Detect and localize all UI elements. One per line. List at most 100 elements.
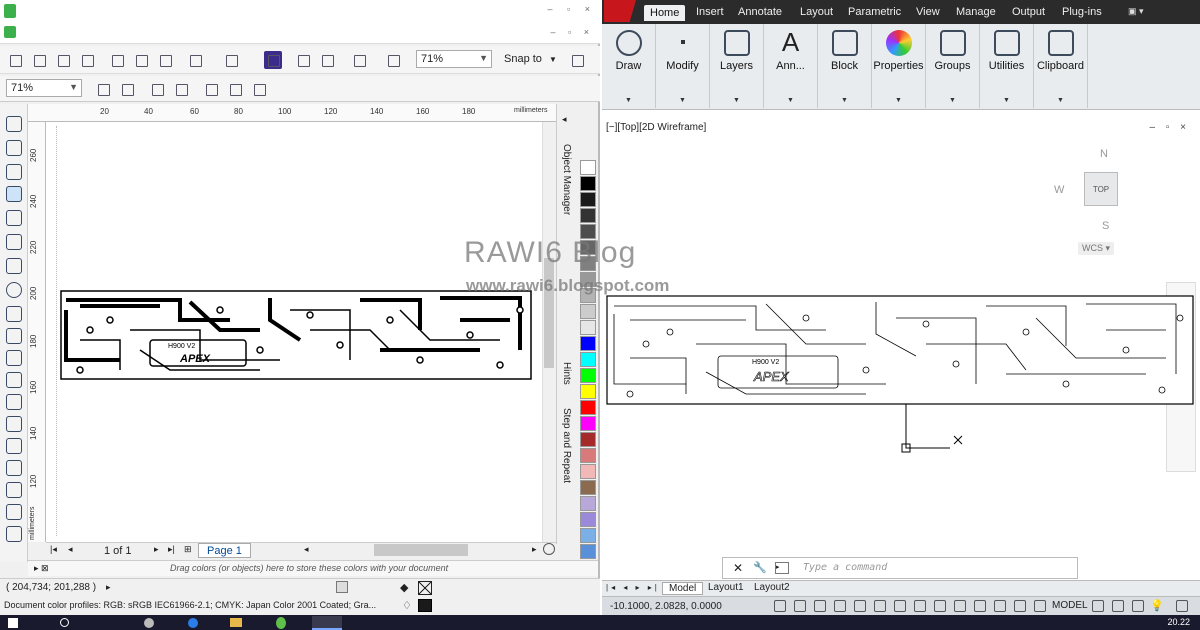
smart-fill-icon[interactable] [6, 234, 22, 250]
table-tool-icon[interactable] [6, 372, 22, 388]
horizontal-scroll-thumb[interactable] [374, 544, 468, 556]
drawing-canvas[interactable]: H900 V2 APEX [46, 122, 542, 542]
zoom-view-select[interactable]: 71% ▼ [6, 79, 82, 97]
object-snap-tracking-icon[interactable] [914, 600, 926, 612]
lineweight-icon[interactable] [974, 600, 986, 612]
command-prompt-icon[interactable]: ▸ [775, 562, 789, 574]
tab-layout2[interactable]: Layout2 [750, 582, 794, 593]
color-swatch[interactable] [580, 480, 596, 495]
tab-model[interactable]: Model [662, 582, 704, 595]
docker-arrow-icon[interactable]: ◂ [562, 114, 567, 125]
infer-constraints-icon[interactable] [774, 600, 786, 612]
color-swatch[interactable] [580, 544, 596, 559]
color-swatch[interactable] [580, 384, 596, 399]
export-icon[interactable] [318, 51, 336, 69]
zoom-page-icon[interactable] [202, 80, 220, 98]
tab-insert[interactable]: Insert [696, 6, 724, 18]
paste-icon[interactable] [156, 51, 174, 69]
rectangle-tool-icon[interactable] [6, 258, 22, 274]
eyedropper-icon[interactable] [6, 460, 22, 476]
panel-annotation[interactable]: A Ann... ▼ [764, 24, 818, 108]
model-viewport[interactable]: [−][Top][2D Wireframe] – ▫ × N W S TOP W… [602, 116, 1200, 580]
zoom-all-icon[interactable] [172, 80, 190, 98]
quick-view-icon[interactable] [1092, 600, 1104, 612]
selection-cycling-icon[interactable] [1014, 600, 1026, 612]
tab-plug-ins[interactable]: Plug-ins [1062, 6, 1102, 18]
next-page-icon[interactable]: ▸ [154, 544, 159, 555]
viewport-window-controls[interactable]: – ▫ × [1149, 122, 1190, 133]
pick-tool-icon[interactable] [6, 116, 22, 132]
application-menu-button[interactable] [604, 0, 636, 22]
app-launcher-icon[interactable] [384, 51, 402, 69]
page-tab[interactable]: Page 1 [198, 543, 251, 558]
panel-utilities[interactable]: Utilities ▼ [980, 24, 1034, 108]
new-document-icon[interactable] [6, 51, 24, 69]
panel-clipboard[interactable]: Clipboard ▼ [1034, 24, 1088, 108]
zoom-height-icon[interactable] [250, 80, 268, 98]
3d-object-snap-icon[interactable] [894, 600, 906, 612]
fill-bucket-icon[interactable] [6, 504, 22, 520]
command-line[interactable]: ✕ 🔧 ▸ Type a command [722, 557, 1078, 579]
annotation-scale-icon[interactable] [1112, 600, 1124, 612]
color-swatch[interactable] [580, 320, 596, 335]
scroll-right-icon[interactable]: ▸ [532, 544, 537, 555]
crop-tool-icon[interactable] [6, 164, 22, 180]
customize-icon[interactable]: 🔧 [753, 561, 767, 574]
add-page-icon[interactable]: ⊞ [184, 544, 192, 555]
menubar-controls[interactable]: – ▫ × [551, 27, 594, 37]
basic-shapes-icon[interactable] [6, 328, 22, 344]
polar-tracking-icon[interactable] [854, 600, 866, 612]
color-swatch[interactable] [580, 448, 596, 463]
color-swatch[interactable] [580, 192, 596, 207]
zoom-in-icon[interactable] [94, 80, 112, 98]
color-swatch[interactable] [580, 176, 596, 191]
viewcube-south[interactable]: S [1102, 220, 1109, 232]
zoom-width-icon[interactable] [226, 80, 244, 98]
text-tool-icon[interactable] [6, 350, 22, 366]
panel-modify[interactable]: Modify ▼ [656, 24, 710, 108]
vector-app-icon[interactable] [276, 617, 286, 629]
workspace-icon[interactable] [1132, 600, 1144, 612]
outline-pen-status-icon[interactable]: ♢ [402, 599, 412, 612]
viewcube[interactable]: N W S TOP WCS ▾ [1050, 146, 1160, 266]
scroll-left-icon[interactable]: ◂ [304, 544, 309, 555]
ellipse-tool-icon[interactable] [6, 282, 22, 298]
panel-properties[interactable]: Properties ▼ [872, 24, 926, 108]
cad-app-icon[interactable] [312, 616, 342, 630]
pcb-outline-drawing[interactable]: H900 V2 APEX [606, 294, 1194, 406]
publish-pdf-icon[interactable] [350, 51, 368, 69]
clean-screen-icon[interactable] [1176, 600, 1188, 612]
color-swatch[interactable] [580, 400, 596, 415]
color-swatch[interactable] [580, 352, 596, 367]
tray-options-icon[interactable]: ▸ ⊠ [34, 563, 49, 574]
zoom-tool-icon[interactable] [6, 186, 22, 202]
viewcube-face[interactable]: TOP [1084, 172, 1118, 206]
color-swatch[interactable] [580, 496, 596, 511]
color-swatch[interactable] [580, 160, 596, 175]
last-page-icon[interactable]: ▸| [168, 544, 175, 555]
panel-draw[interactable]: Draw ▼ [602, 24, 656, 108]
interactive-fill-icon[interactable] [6, 526, 22, 542]
transparency-icon[interactable] [994, 600, 1006, 612]
panel-layers[interactable]: Layers ▼ [710, 24, 764, 108]
color-profiles-text[interactable]: Document color profiles: RGB: sRGB IEC61… [4, 600, 376, 610]
tab-nav-arrows[interactable]: |◂ ◂ ▸ ▸| [606, 583, 660, 592]
polygon-tool-icon[interactable] [6, 306, 22, 322]
docker-tab-object-manager[interactable]: Object Manager [561, 144, 572, 215]
tab-parametric[interactable]: Parametric [848, 6, 901, 18]
tab-output[interactable]: Output [1012, 6, 1045, 18]
viewport-controls-label[interactable]: [−][Top][2D Wireframe] [606, 122, 706, 133]
model-space-button[interactable]: MODEL [1052, 600, 1088, 611]
taskbar-app-icon[interactable] [144, 618, 154, 628]
viewcube-north[interactable]: N [1100, 148, 1108, 160]
annotation-monitor-icon[interactable] [1034, 600, 1046, 612]
start-icon[interactable] [8, 618, 18, 628]
color-swatch[interactable] [580, 304, 596, 319]
tab-layout1[interactable]: Layout1 [704, 582, 748, 593]
prev-page-icon[interactable]: ◂ [68, 544, 73, 555]
object-snap-icon[interactable] [874, 600, 886, 612]
tab-layout[interactable]: Layout [800, 6, 833, 18]
grid-display-icon[interactable] [814, 600, 826, 612]
search-content-icon[interactable] [264, 51, 282, 69]
close-icon[interactable]: ✕ [733, 561, 743, 575]
